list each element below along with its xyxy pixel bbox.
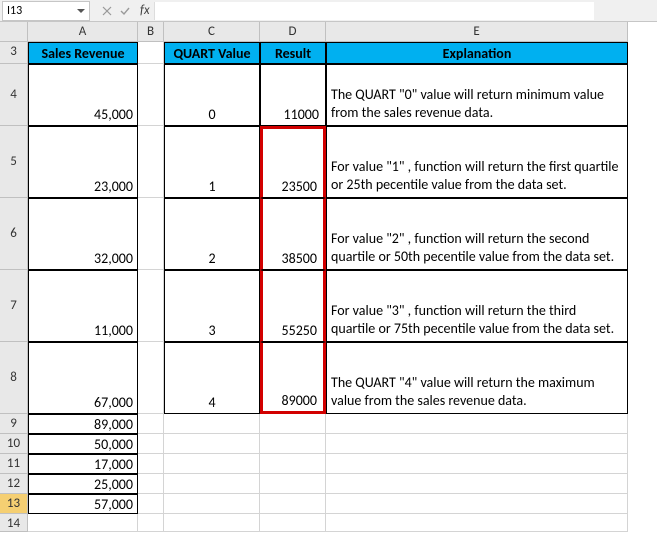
cell-e12[interactable] (326, 474, 628, 494)
col-head-a[interactable]: A (28, 22, 138, 42)
cell-d12[interactable] (260, 474, 326, 494)
cell-d4[interactable]: 11000 (260, 64, 326, 126)
row-head-7[interactable]: 7 (0, 270, 28, 342)
col-head-d[interactable]: D (260, 22, 326, 42)
row-head-10[interactable]: 10 (0, 434, 28, 454)
cell-e9[interactable] (326, 414, 628, 434)
header-quart-value[interactable]: QUART Value (164, 42, 260, 64)
cell-b8[interactable] (138, 342, 164, 414)
cell-d11[interactable] (260, 454, 326, 474)
fx-icon[interactable]: fx (140, 3, 150, 18)
cell-c10[interactable] (164, 434, 260, 454)
cell-a9[interactable]: 89,000 (28, 414, 138, 434)
cell-c13[interactable] (164, 494, 260, 514)
cell-a5[interactable]: 23,000 (28, 126, 138, 198)
fx-group: fx (98, 2, 594, 20)
row-head-13[interactable]: 13 (0, 494, 28, 514)
cell-a10[interactable]: 50,000 (28, 434, 138, 454)
enter-icon[interactable] (116, 2, 134, 20)
spreadsheet-grid[interactable]: A B C D E 3 Sales Revenue QUART Value Re… (0, 22, 657, 532)
cell-b11[interactable] (138, 454, 164, 474)
cell-a8[interactable]: 67,000 (28, 342, 138, 414)
cell-b13[interactable] (138, 494, 164, 514)
cell-d9[interactable] (260, 414, 326, 434)
cell-c6[interactable]: 2 (164, 198, 260, 270)
cell-d13[interactable] (260, 494, 326, 514)
cell-c11[interactable] (164, 454, 260, 474)
cell-d14[interactable] (260, 514, 326, 532)
cell-b9[interactable] (138, 414, 164, 434)
cell-e13[interactable] (326, 494, 628, 514)
row-head-6[interactable]: 6 (0, 198, 28, 270)
cell-a12[interactable]: 25,000 (28, 474, 138, 494)
cell-a6[interactable]: 32,000 (28, 198, 138, 270)
header-explanation[interactable]: Explanation (326, 42, 628, 64)
cell-e4[interactable]: The QUART "0" value will return minimum … (326, 64, 628, 126)
col-head-e[interactable]: E (326, 22, 628, 42)
col-head-b[interactable]: B (138, 22, 164, 42)
cell-e8[interactable]: The QUART "4" value will return the maxi… (326, 342, 628, 414)
cell-c4[interactable]: 0 (164, 64, 260, 126)
cell-e7[interactable]: For value "3" , function will return the… (326, 270, 628, 342)
cell-c5[interactable]: 1 (164, 126, 260, 198)
cell-d8[interactable]: 89000 (260, 342, 326, 414)
cell-d5[interactable]: 23500 (260, 126, 326, 198)
cell-a7[interactable]: 11,000 (28, 270, 138, 342)
cell-d7[interactable]: 55250 (260, 270, 326, 342)
formula-input[interactable] (154, 2, 594, 20)
cell-e14[interactable] (326, 514, 628, 532)
cell-b5[interactable] (138, 126, 164, 198)
name-box[interactable]: I13 (2, 1, 90, 21)
row-head-11[interactable]: 11 (0, 454, 28, 474)
cell-a14[interactable] (28, 514, 138, 532)
row-head-4[interactable]: 4 (0, 64, 28, 126)
cell-c9[interactable] (164, 414, 260, 434)
select-all-corner[interactable] (0, 22, 28, 42)
cell-b7[interactable] (138, 270, 164, 342)
col-head-c[interactable]: C (164, 22, 260, 42)
cell-e6[interactable]: For value "2" , function will return the… (326, 198, 628, 270)
cell-c7[interactable]: 3 (164, 270, 260, 342)
cell-a11[interactable]: 17,000 (28, 454, 138, 474)
cell-d10[interactable] (260, 434, 326, 454)
chevron-down-icon[interactable] (77, 9, 85, 13)
formula-bar-row: I13 fx (0, 0, 657, 22)
cell-b6[interactable] (138, 198, 164, 270)
row-head-9[interactable]: 9 (0, 414, 28, 434)
cell-a4[interactable]: 45,000 (28, 64, 138, 126)
cell-b4[interactable] (138, 64, 164, 126)
cell-b12[interactable] (138, 474, 164, 494)
cell-c12[interactable] (164, 474, 260, 494)
row-head-3[interactable]: 3 (0, 42, 28, 64)
row-head-5[interactable]: 5 (0, 126, 28, 198)
cell-e11[interactable] (326, 454, 628, 474)
cell-c8[interactable]: 4 (164, 342, 260, 414)
cell-a13[interactable]: 57,000 (28, 494, 138, 514)
row-head-8[interactable]: 8 (0, 342, 28, 414)
cell-b10[interactable] (138, 434, 164, 454)
header-sales-revenue[interactable]: Sales Revenue (28, 42, 138, 64)
name-box-value: I13 (7, 4, 22, 18)
cell-b3[interactable] (138, 42, 164, 64)
row-head-14[interactable]: 14 (0, 514, 28, 532)
cell-c14[interactable] (164, 514, 260, 532)
cancel-icon[interactable] (98, 2, 116, 20)
cell-d6[interactable]: 38500 (260, 198, 326, 270)
cell-e5[interactable]: For value "1" , function will return the… (326, 126, 628, 198)
header-result[interactable]: Result (260, 42, 326, 64)
cell-b14[interactable] (138, 514, 164, 532)
row-head-12[interactable]: 12 (0, 474, 28, 494)
cell-e10[interactable] (326, 434, 628, 454)
